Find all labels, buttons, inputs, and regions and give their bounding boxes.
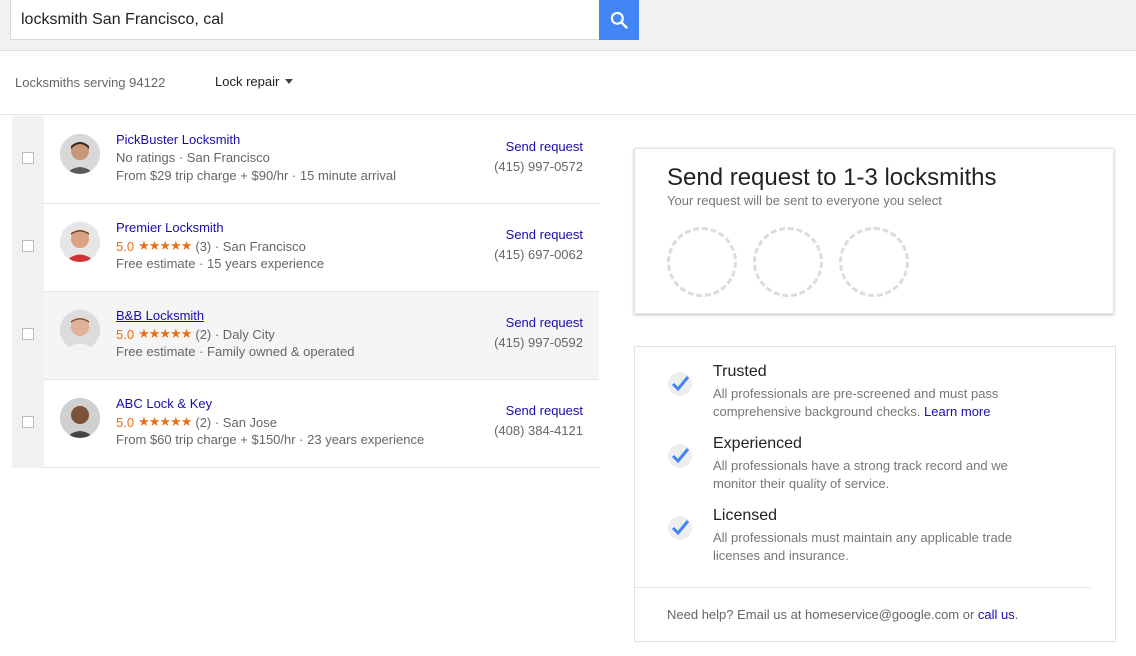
request-subtitle: Your request will be sent to everyone yo…	[667, 193, 942, 208]
star-rating-icon: ★★★★★	[138, 238, 192, 253]
avatar	[60, 398, 100, 438]
business-meta: 5.0 ★★★★★ (2) · Daly City	[116, 326, 275, 342]
send-request-card: Send request to 1-3 locksmiths Your requ…	[634, 148, 1114, 314]
checkmark-icon	[668, 444, 692, 468]
phone-number: (415) 997-0592	[494, 335, 583, 350]
service-type-dropdown[interactable]: Lock repair	[215, 74, 294, 89]
business-details: Free estimate · Family owned & operated	[116, 344, 355, 359]
trust-info-card: Trusted All professionals are pre-screen…	[634, 346, 1116, 642]
review-count-location: (2) · San Jose	[195, 414, 278, 430]
search-bar: locksmith San Francisco, cal	[0, 0, 1136, 51]
business-meta: No ratings · San Francisco	[116, 150, 270, 165]
select-checkbox[interactable]	[22, 240, 34, 252]
avatar	[60, 134, 100, 174]
send-request-link[interactable]: Send request	[506, 227, 583, 242]
search-icon	[610, 11, 628, 29]
serving-area-label: Locksmiths serving 94122	[15, 75, 166, 90]
list-item[interactable]: Premier Locksmith 5.0 ★★★★★ (3) · San Fr…	[12, 204, 599, 292]
search-input[interactable]: locksmith San Francisco, cal	[10, 0, 600, 40]
phone-number: (415) 697-0062	[494, 247, 583, 262]
service-type-value: Lock repair	[215, 74, 280, 89]
phone-number: (415) 997-0572	[494, 159, 583, 174]
list-item[interactable]: B&B Locksmith 5.0 ★★★★★ (2) · Daly City …	[12, 292, 599, 380]
trust-description: All professionals have a strong track re…	[713, 458, 1008, 491]
checkmark-icon	[668, 516, 692, 540]
business-details: Free estimate · 15 years experience	[116, 256, 325, 271]
avatar	[60, 222, 100, 262]
search-button[interactable]	[599, 0, 639, 40]
business-details: From $29 trip charge + $90/hr · 15 minut…	[116, 168, 396, 183]
business-name[interactable]: PickBuster Locksmith	[116, 132, 240, 147]
phone-number: (408) 384-4121	[494, 423, 583, 438]
star-rating-icon: ★★★★★	[138, 414, 192, 429]
empty-selection-slot	[753, 227, 823, 297]
business-name[interactable]: B&B Locksmith	[116, 308, 204, 323]
request-title: Send request to 1-3 locksmiths	[667, 164, 997, 191]
list-item[interactable]: PickBuster Locksmith No ratings · San Fr…	[12, 116, 599, 204]
business-details: From $60 trip charge + $150/hr · 23 year…	[116, 432, 425, 447]
trust-description: All professionals must maintain any appl…	[713, 530, 1013, 563]
trust-title: Trusted	[713, 363, 767, 380]
review-count-location: (3) · San Francisco	[195, 238, 306, 254]
call-us-link[interactable]: call us	[978, 607, 1015, 622]
trust-title: Experienced	[713, 435, 802, 452]
filter-bar: Locksmiths serving 94122 Lock repair	[0, 51, 1136, 115]
caret-down-icon	[285, 79, 294, 84]
help-text: Need help? Email us at homeservice@googl…	[667, 607, 1019, 622]
rating-value: 5.0	[116, 238, 135, 254]
send-request-link[interactable]: Send request	[506, 315, 583, 330]
empty-selection-slot	[839, 227, 909, 297]
star-rating-icon: ★★★★★	[138, 326, 192, 341]
divider	[635, 587, 1091, 588]
checkmark-icon	[668, 372, 692, 396]
select-checkbox[interactable]	[22, 152, 34, 164]
business-meta: 5.0 ★★★★★ (2) · San Jose	[116, 414, 277, 430]
rating-value: 5.0	[116, 414, 135, 430]
send-request-link[interactable]: Send request	[506, 403, 583, 418]
list-item[interactable]: ABC Lock & Key 5.0 ★★★★★ (2) · San Jose …	[12, 380, 599, 468]
empty-selection-slot	[667, 227, 737, 297]
review-count-location: (2) · Daly City	[195, 326, 275, 342]
business-name[interactable]: Premier Locksmith	[116, 220, 224, 235]
business-meta: 5.0 ★★★★★ (3) · San Francisco	[116, 238, 306, 254]
trust-title: Licensed	[713, 507, 778, 524]
business-name[interactable]: ABC Lock & Key	[116, 396, 212, 411]
send-request-link[interactable]: Send request	[506, 139, 583, 154]
trust-description: All professionals are pre-screened and m…	[713, 386, 999, 419]
results-list: PickBuster Locksmith No ratings · San Fr…	[12, 116, 599, 468]
rating-value: 5.0	[116, 326, 135, 342]
avatar	[60, 310, 100, 350]
select-checkbox[interactable]	[22, 328, 34, 340]
learn-more-link[interactable]: Learn more	[924, 404, 990, 419]
select-checkbox[interactable]	[22, 416, 34, 428]
